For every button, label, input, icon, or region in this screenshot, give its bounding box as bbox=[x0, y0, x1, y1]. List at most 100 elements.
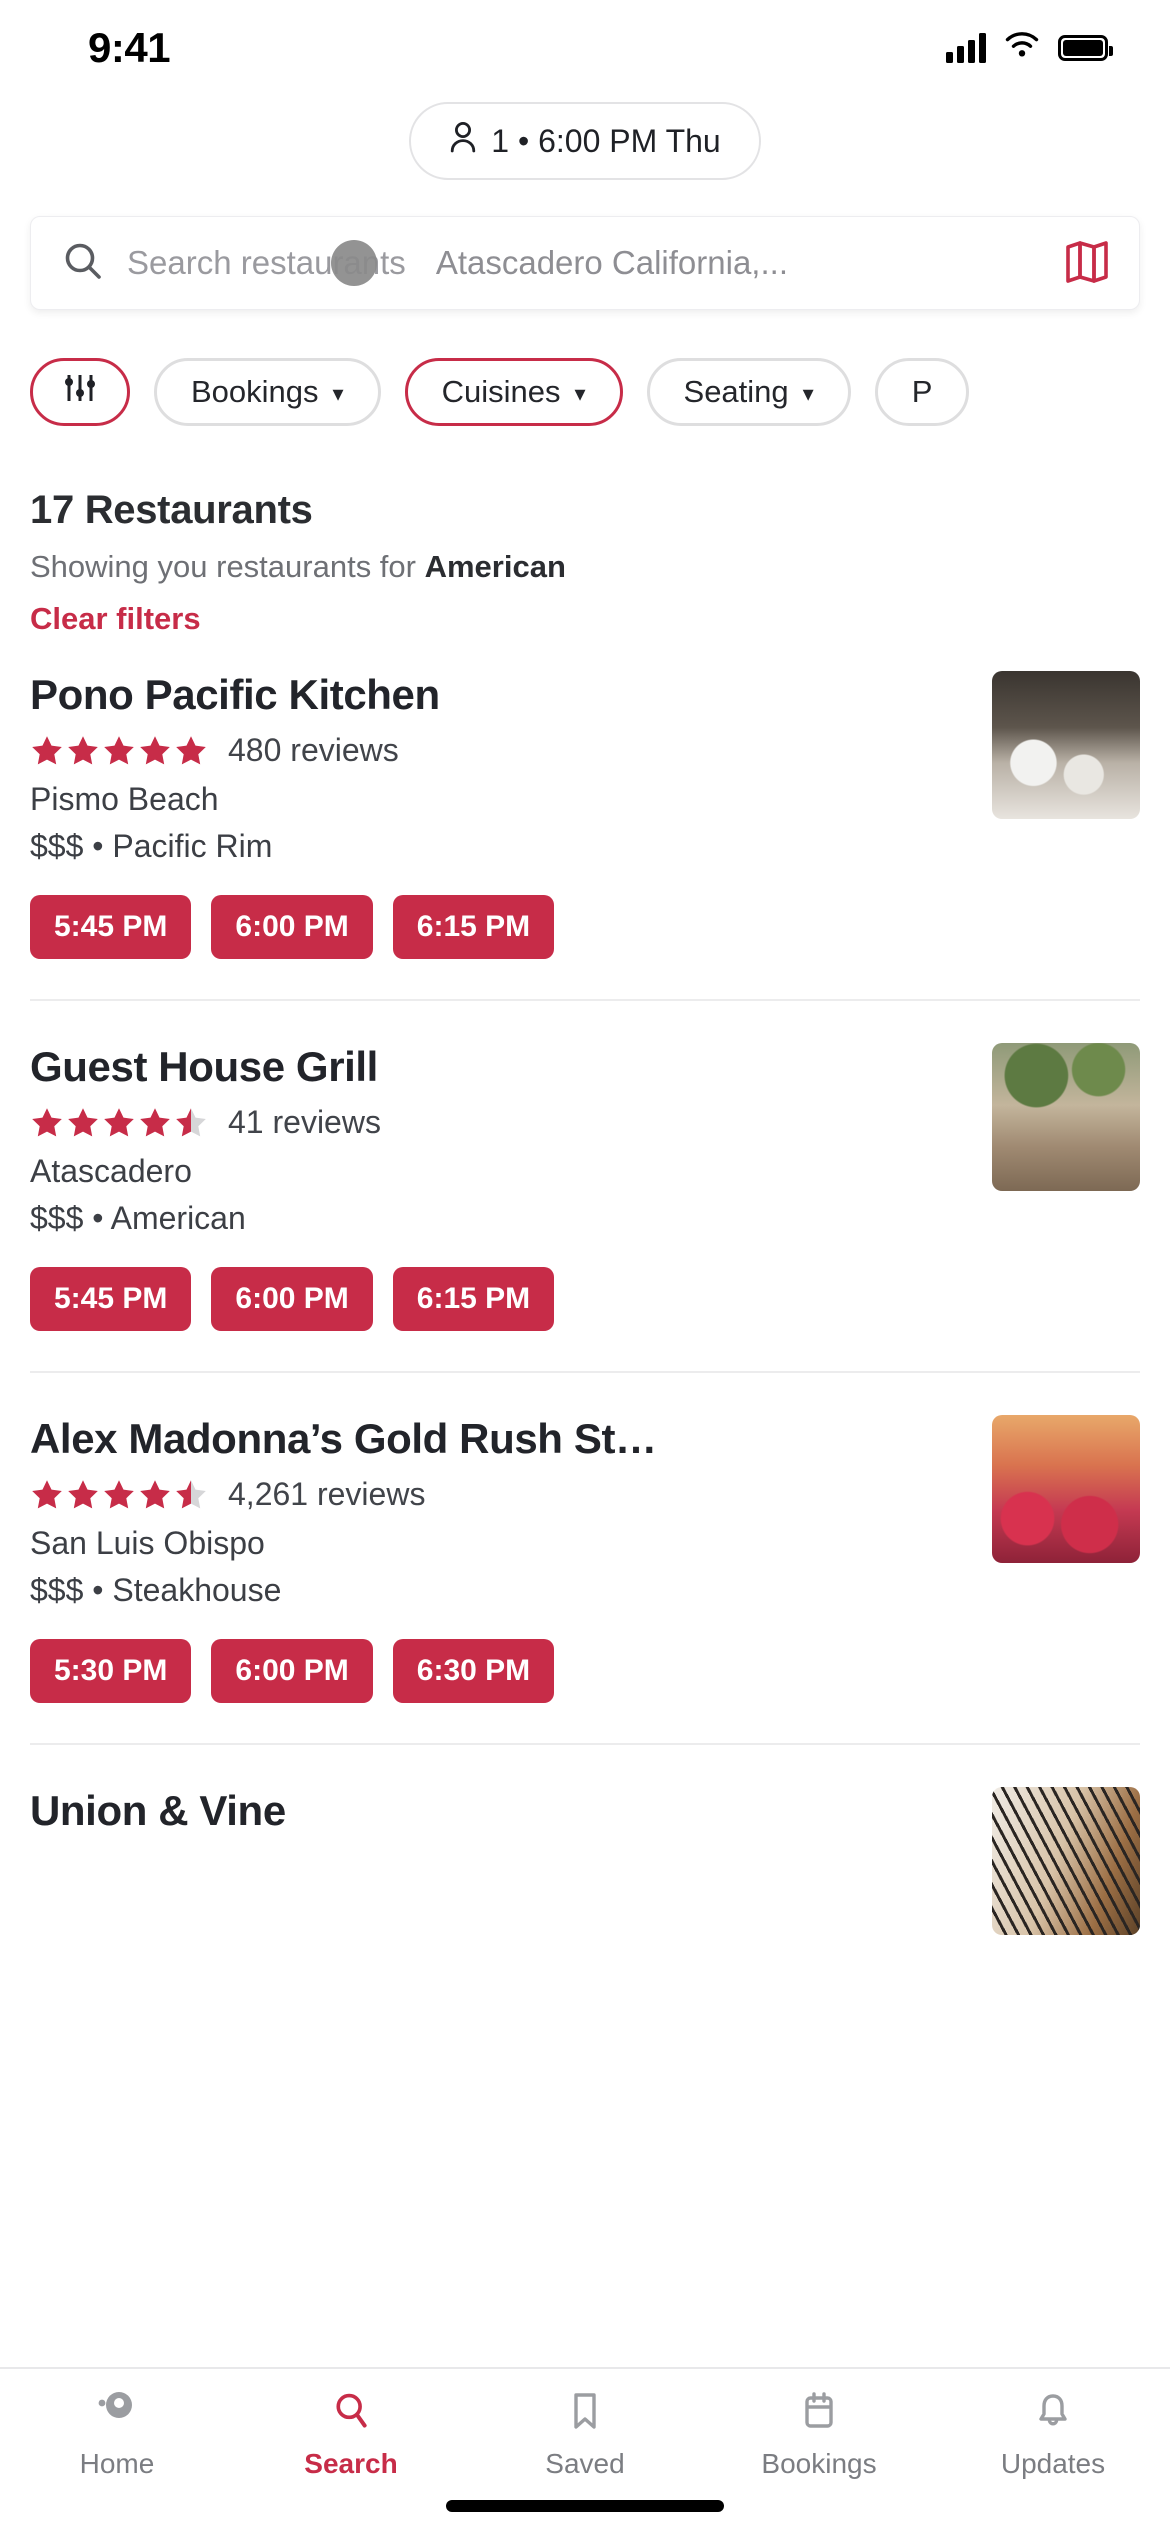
tab-bookings[interactable]: Bookings bbox=[702, 2391, 936, 2480]
star-icon bbox=[102, 734, 136, 768]
touch-indicator bbox=[331, 240, 377, 286]
party-pill-label: 1 • 6:00 PM Thu bbox=[491, 122, 721, 159]
time-slot-row[interactable]: 5:45 PM 6:00 PM 6:15 PM bbox=[30, 895, 1140, 959]
time-slot-button[interactable]: 6:15 PM bbox=[392, 895, 555, 959]
star-icon bbox=[66, 1106, 100, 1140]
restaurant-thumbnail[interactable] bbox=[992, 1043, 1140, 1191]
status-icons bbox=[946, 31, 1113, 65]
location-input-value[interactable]: Atascadero California,... bbox=[436, 244, 788, 282]
star-icon bbox=[66, 1478, 100, 1512]
wifi-icon bbox=[1004, 31, 1040, 65]
tab-saved[interactable]: Saved bbox=[468, 2391, 702, 2480]
star-icon bbox=[138, 1478, 172, 1512]
time-slot-row[interactable]: 5:30 PM 6:00 PM 6:30 PM bbox=[30, 1639, 1140, 1703]
results-header: 17 Restaurants Showing you restaurants f… bbox=[0, 426, 1170, 637]
time-slot-row[interactable]: 5:45 PM 6:00 PM 6:15 PM bbox=[30, 1267, 1140, 1331]
tab-home-label: Home bbox=[79, 2448, 155, 2479]
map-icon[interactable] bbox=[1061, 235, 1113, 292]
search-icon bbox=[328, 2391, 374, 2436]
filter-sliders-icon bbox=[63, 372, 97, 412]
filter-chip-seating-label: Seating bbox=[683, 374, 789, 409]
filter-chip-cuisines[interactable]: Cuisines ▾ bbox=[404, 358, 623, 426]
restaurant-list-item[interactable]: Guest House Grill 41 reviews Atascadero … bbox=[0, 1043, 1170, 1331]
restaurant-thumbnail[interactable] bbox=[992, 1415, 1140, 1563]
restaurant-review-count: 4,261 reviews bbox=[228, 1476, 426, 1512]
filter-chip-cuisines-label: Cuisines bbox=[441, 374, 561, 409]
clear-filters-link[interactable]: Clear filters bbox=[30, 601, 1140, 637]
star-icon bbox=[138, 1106, 172, 1140]
restaurant-name: Alex Madonna’s Gold Rush Steak… bbox=[30, 1415, 660, 1462]
chevron-down-icon: ▾ bbox=[332, 380, 344, 406]
tab-home[interactable]: Home bbox=[0, 2391, 234, 2480]
star-icon bbox=[174, 1106, 208, 1140]
restaurant-rating-row: 41 reviews bbox=[30, 1104, 968, 1141]
time-slot-button[interactable]: 5:45 PM bbox=[30, 895, 192, 959]
star-rating bbox=[30, 1478, 208, 1512]
star-rating bbox=[30, 1106, 208, 1140]
star-icon bbox=[174, 734, 208, 768]
filter-chip-price[interactable]: P bbox=[874, 358, 970, 426]
search-bar[interactable]: Search restaurants Atascadero California… bbox=[30, 216, 1140, 310]
time-slot-button[interactable]: 6:15 PM bbox=[392, 1267, 555, 1331]
time-slot-button[interactable]: 6:00 PM bbox=[211, 1639, 373, 1703]
home-icon bbox=[94, 2391, 140, 2436]
time-slot-button[interactable]: 5:45 PM bbox=[30, 1267, 192, 1331]
status-time: 9:41 bbox=[88, 24, 171, 71]
restaurant-name: Guest House Grill bbox=[30, 1043, 378, 1090]
restaurant-thumbnail[interactable] bbox=[992, 1787, 1140, 1935]
restaurant-thumbnail[interactable] bbox=[992, 671, 1140, 819]
star-icon bbox=[66, 734, 100, 768]
filter-chip-seating[interactable]: Seating ▾ bbox=[646, 358, 851, 426]
star-icon bbox=[174, 1478, 208, 1512]
restaurant-city: Pismo Beach bbox=[30, 781, 219, 817]
tab-updates-label: Updates bbox=[1000, 2448, 1106, 2479]
tab-updates[interactable]: Updates bbox=[936, 2391, 1170, 2480]
star-icon bbox=[138, 734, 172, 768]
restaurant-rating-row: 4,261 reviews bbox=[30, 1476, 968, 1513]
bottom-tab-bar[interactable]: Home Search Saved Bookings Updates bbox=[0, 2367, 1170, 2532]
restaurant-list-item[interactable]: Pono Pacific Kitchen 480 reviews Pismo B… bbox=[0, 671, 1170, 959]
star-icon bbox=[30, 1478, 64, 1512]
calendar-icon bbox=[796, 2391, 842, 2436]
bell-icon bbox=[1030, 2391, 1076, 2436]
restaurant-price-cuisine: $$$ • American bbox=[30, 1200, 246, 1236]
star-rating bbox=[30, 734, 208, 768]
restaurant-city: San Luis Obispo bbox=[30, 1525, 265, 1561]
battery-icon bbox=[1058, 35, 1113, 61]
tab-saved-label: Saved bbox=[545, 2448, 625, 2479]
filter-chip-bookings-label: Bookings bbox=[191, 374, 319, 409]
restaurant-rating-row: 480 reviews bbox=[30, 732, 968, 769]
restaurant-name: Pono Pacific Kitchen bbox=[30, 671, 440, 718]
restaurant-review-count: 41 reviews bbox=[228, 1104, 381, 1140]
time-slot-button[interactable]: 6:00 PM bbox=[211, 1267, 373, 1331]
time-slot-button[interactable]: 6:30 PM bbox=[392, 1639, 555, 1703]
filter-chip-price-label: P bbox=[911, 374, 933, 409]
results-subtitle: Showing you restaurants for American bbox=[30, 549, 1140, 585]
tab-search-label: Search bbox=[304, 2448, 398, 2479]
chevron-down-icon: ▾ bbox=[802, 380, 814, 406]
results-subtitle-filter: American bbox=[424, 549, 566, 584]
filter-chip-row[interactable]: Bookings ▾ Cuisines ▾ Seating ▾ P bbox=[0, 310, 1170, 426]
person-icon bbox=[449, 121, 477, 161]
time-slot-button[interactable]: 5:30 PM bbox=[30, 1639, 192, 1703]
filter-chip-bookings[interactable]: Bookings ▾ bbox=[154, 358, 381, 426]
restaurant-list-item[interactable]: Alex Madonna’s Gold Rush Steak… 4,261 re… bbox=[0, 1415, 1170, 1703]
tab-bookings-label: Bookings bbox=[761, 2448, 877, 2479]
restaurant-price-cuisine: $$$ • Pacific Rim bbox=[30, 828, 273, 864]
restaurant-review-count: 480 reviews bbox=[228, 732, 399, 768]
star-icon bbox=[30, 1106, 64, 1140]
star-icon bbox=[102, 1478, 136, 1512]
bookmark-icon bbox=[562, 2391, 608, 2436]
cellular-signal-icon bbox=[946, 33, 986, 63]
star-icon bbox=[30, 734, 64, 768]
restaurant-list-item[interactable]: Union & Vine bbox=[0, 1787, 1170, 1935]
restaurant-name: Union & Vine bbox=[30, 1787, 286, 1834]
party-size-time-pill[interactable]: 1 • 6:00 PM Thu bbox=[409, 102, 761, 180]
home-indicator bbox=[446, 2500, 724, 2512]
search-icon bbox=[61, 239, 105, 288]
time-slot-button[interactable]: 6:00 PM bbox=[211, 895, 373, 959]
tab-search[interactable]: Search bbox=[234, 2391, 468, 2480]
restaurant-list: Pono Pacific Kitchen 480 reviews Pismo B… bbox=[0, 671, 1170, 1935]
results-count: 17 Restaurants bbox=[30, 488, 313, 532]
filter-chip-all-filters[interactable] bbox=[30, 358, 130, 426]
